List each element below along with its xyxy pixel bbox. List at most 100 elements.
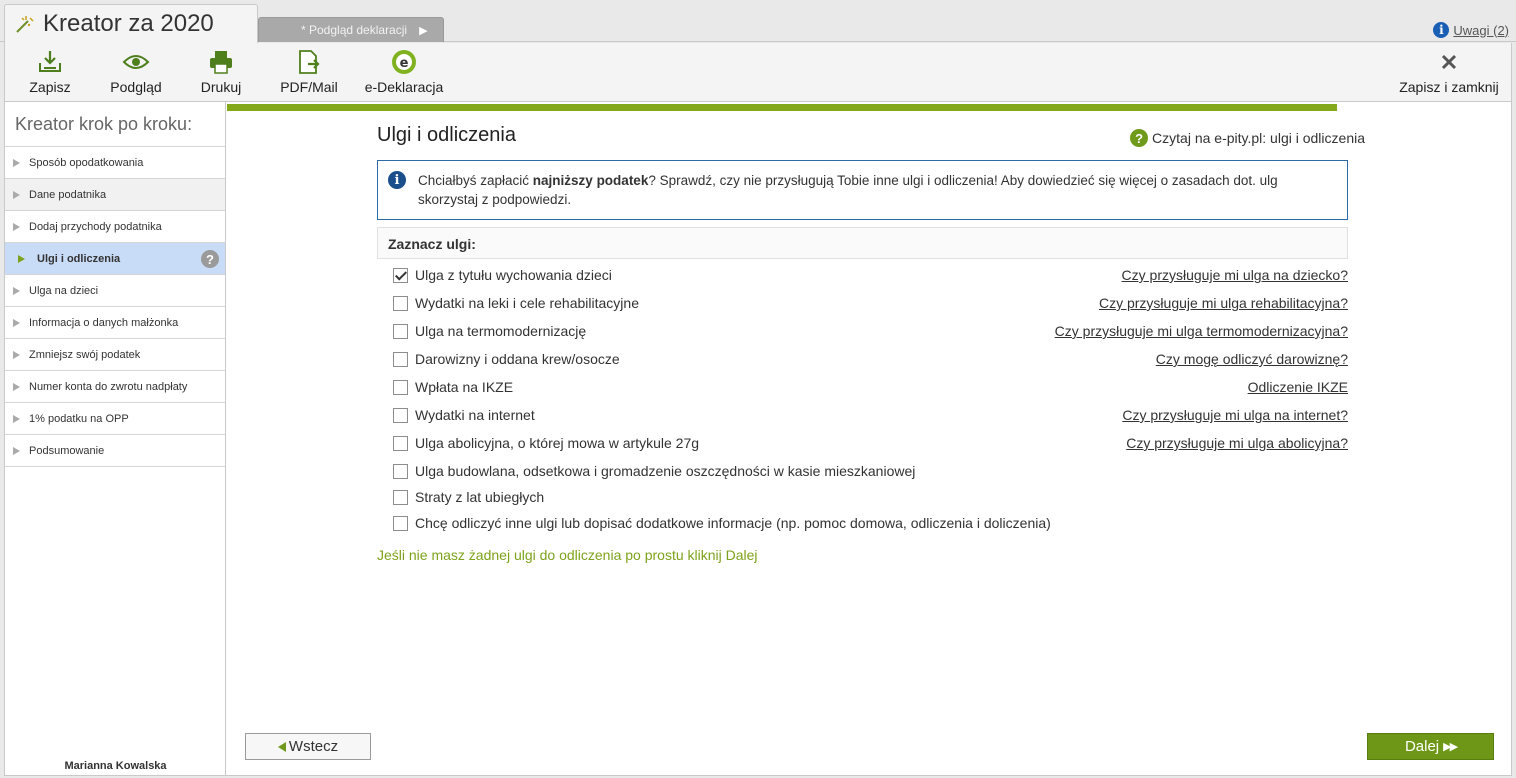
relief-label[interactable]: Ulga budowlana, odsetkowa i gromadzenie … xyxy=(415,463,915,479)
arrow-left-icon xyxy=(277,741,286,752)
notice-text-pre: Chciałbyś zapłacić xyxy=(418,173,533,188)
relief-label[interactable]: Ulga na termomodernizację xyxy=(415,323,586,339)
relief-help-link[interactable]: Czy przysługuje mi ulga rehabilitacyjna? xyxy=(1099,295,1348,311)
arrow-right-icon xyxy=(13,414,20,423)
tab-wizard[interactable]: Kreator za 2020 xyxy=(4,4,258,43)
sidebar-item-label: 1% podatku na OPP xyxy=(29,412,129,425)
e-declaration-label: e-Deklaracja xyxy=(364,79,444,95)
preview-label: Podgląd xyxy=(110,79,162,95)
double-arrow-right-icon: ▶▶ xyxy=(1443,741,1458,753)
sidebar-item-child-relief[interactable]: Ulga na dzieci xyxy=(5,275,225,307)
close-x-icon xyxy=(1440,49,1458,75)
pdf-mail-label: PDF/Mail xyxy=(280,79,338,95)
relief-checkbox[interactable] xyxy=(393,407,408,423)
relief-label[interactable]: Darowizny i oddana krew/osocze xyxy=(415,351,620,367)
main-panel: Kreator krok po kroku: Sposób opodatkowa… xyxy=(4,101,1512,776)
relief-help-link[interactable]: Czy przysługuje mi ulga na internet? xyxy=(1122,407,1348,423)
user-name: Marianna Kowalska xyxy=(64,760,167,772)
relief-checkbox[interactable] xyxy=(393,435,408,451)
relief-label[interactable]: Wydatki na internet xyxy=(415,407,535,423)
back-button[interactable]: Wstecz xyxy=(245,733,371,760)
relief-help-link[interactable]: Odliczenie IKZE xyxy=(1248,379,1348,395)
relief-checkbox[interactable] xyxy=(393,515,408,531)
relief-help-link[interactable]: Czy przysługuje mi ulga abolicyjna? xyxy=(1126,435,1348,451)
next-label: Dalej xyxy=(1404,738,1440,755)
tab-declaration-preview[interactable]: * Podgląd deklaracji ▶ xyxy=(258,17,444,42)
sidebar-item-taxpayer-data[interactable]: Dane podatnika xyxy=(5,179,225,211)
sidebar-heading: Kreator krok po kroku: xyxy=(5,102,225,147)
relief-label[interactable]: Straty z lat ubiegłych xyxy=(415,489,544,505)
relief-help-link[interactable]: Czy przysługuje mi ulga termomodernizacy… xyxy=(1055,323,1348,339)
question-icon[interactable]: ? xyxy=(201,250,219,268)
select-reliefs-heading: Zaznacz ulgi: xyxy=(377,227,1348,259)
relief-label[interactable]: Wydatki na leki i cele rehabilitacyjne xyxy=(415,295,639,311)
next-button[interactable]: Dalej ▶▶ xyxy=(1367,733,1494,760)
wizard-sidebar: Kreator krok po kroku: Sposób opodatkowa… xyxy=(5,102,226,775)
info-icon: i xyxy=(1433,22,1450,38)
pdf-export-icon xyxy=(296,49,322,75)
relief-label[interactable]: Ulga z tytułu wychowania dzieci xyxy=(415,267,612,283)
relief-row: Straty z lat ubiegłych xyxy=(393,487,1348,507)
arrow-right-icon xyxy=(13,350,20,359)
sidebar-item-summary[interactable]: Podsumowanie xyxy=(5,435,225,467)
relief-row: Ulga z tytułu wychowania dzieci Czy przy… xyxy=(393,265,1348,285)
sidebar-item-reliefs[interactable]: Ulgi i odliczenia ? xyxy=(5,243,225,275)
info-icon: i xyxy=(388,171,406,189)
relief-checkbox[interactable] xyxy=(393,323,408,339)
save-and-close-button[interactable]: Zapisz i zamknij xyxy=(1391,43,1507,101)
relief-label[interactable]: Wpłata na IKZE xyxy=(415,379,513,395)
relief-help-link[interactable]: Czy mogę odliczyć darowiznę? xyxy=(1156,351,1348,367)
sidebar-item-spouse-info[interactable]: Informacja o danych małżonka xyxy=(5,307,225,339)
arrow-right-icon xyxy=(13,286,20,295)
notice-text-bold: najniższy podatek xyxy=(532,173,649,188)
info-notice: i Chciałbyś zapłacić najniższy podatek? … xyxy=(377,160,1348,220)
preview-button[interactable]: Podgląd xyxy=(101,43,171,101)
wand-icon xyxy=(16,16,34,33)
reliefs-content: Ulgi i odliczenia ? Czytaj na e-pity.pl:… xyxy=(377,124,1365,563)
relief-checkbox[interactable] xyxy=(393,379,408,395)
sidebar-item-reduce-tax[interactable]: Zmniejsz swój podatek xyxy=(5,339,225,371)
no-relief-hint: Jeśli nie masz żadnej ulgi do odliczenia… xyxy=(377,547,758,563)
relief-row: Darowizny i oddana krew/osocze Czy mogę … xyxy=(393,349,1348,369)
sidebar-item-label: Dane podatnika xyxy=(29,188,107,201)
arrow-right-icon xyxy=(13,318,20,327)
notes-link[interactable]: Uwagi (2) xyxy=(1453,23,1509,38)
arrow-right-icon xyxy=(13,222,20,231)
sidebar-item-taxation-method[interactable]: Sposób opodatkowania xyxy=(5,147,225,179)
read-more-link[interactable]: ? Czytaj na e-pity.pl: ulgi i odliczenia xyxy=(1130,129,1365,147)
print-button[interactable]: Drukuj xyxy=(191,43,251,101)
notes-link-group[interactable]: i Uwagi (2) xyxy=(1433,22,1509,38)
pdf-mail-button[interactable]: PDF/Mail xyxy=(273,43,345,101)
wizard-title: Kreator za 2020 xyxy=(43,10,214,37)
sidebar-item-refund-account[interactable]: Numer konta do zwrotu nadpłaty xyxy=(5,371,225,403)
sidebar-item-add-income[interactable]: Dodaj przychody podatnika xyxy=(5,211,225,243)
arrow-right-icon xyxy=(13,382,20,391)
sidebar-item-label: Dodaj przychody podatnika xyxy=(29,220,162,233)
relief-checkbox[interactable] xyxy=(393,351,408,367)
toolbar: Zapisz Podgląd Drukuj PDF/Mail e e-Dekla… xyxy=(4,43,1512,101)
relief-label[interactable]: Ulga abolicyjna, o której mowa w artykul… xyxy=(415,435,699,451)
sidebar-item-label: Ulga na dzieci xyxy=(29,284,99,297)
relief-label[interactable]: Chcę odliczyć inne ulgi lub dopisać doda… xyxy=(415,515,1051,531)
progress-bar xyxy=(227,104,1337,111)
relief-checkbox[interactable] xyxy=(393,489,408,505)
sidebar-item-one-percent[interactable]: 1% podatku na OPP xyxy=(5,403,225,435)
print-label: Drukuj xyxy=(200,79,242,95)
save-tray-icon xyxy=(37,49,63,75)
sidebar-item-label: Informacja o danych małżonka xyxy=(29,316,179,329)
relief-checkbox[interactable] xyxy=(393,295,408,311)
tab-bar: Kreator za 2020 * Podgląd deklaracji ▶ i… xyxy=(0,0,1516,43)
relief-row: Wpłata na IKZE Odliczenie IKZE xyxy=(393,377,1348,397)
relief-help-link[interactable]: Czy przysługuje mi ulga na dziecko? xyxy=(1122,267,1348,283)
back-label: Wstecz xyxy=(288,738,339,755)
relief-checkbox[interactable] xyxy=(393,267,408,283)
svg-text:e: e xyxy=(400,56,409,71)
relief-row: Ulga budowlana, odsetkowa i gromadzenie … xyxy=(393,461,1348,481)
save-and-close-label: Zapisz i zamknij xyxy=(1399,79,1499,95)
sidebar-item-label: Numer konta do zwrotu nadpłaty xyxy=(29,380,188,393)
relief-row: Wydatki na internet Czy przysługuje mi u… xyxy=(393,405,1348,425)
relief-checkbox[interactable] xyxy=(393,463,408,479)
save-button[interactable]: Zapisz xyxy=(17,43,83,101)
question-icon: ? xyxy=(1130,129,1149,147)
e-declaration-button[interactable]: e e-Deklaracja xyxy=(361,43,447,101)
